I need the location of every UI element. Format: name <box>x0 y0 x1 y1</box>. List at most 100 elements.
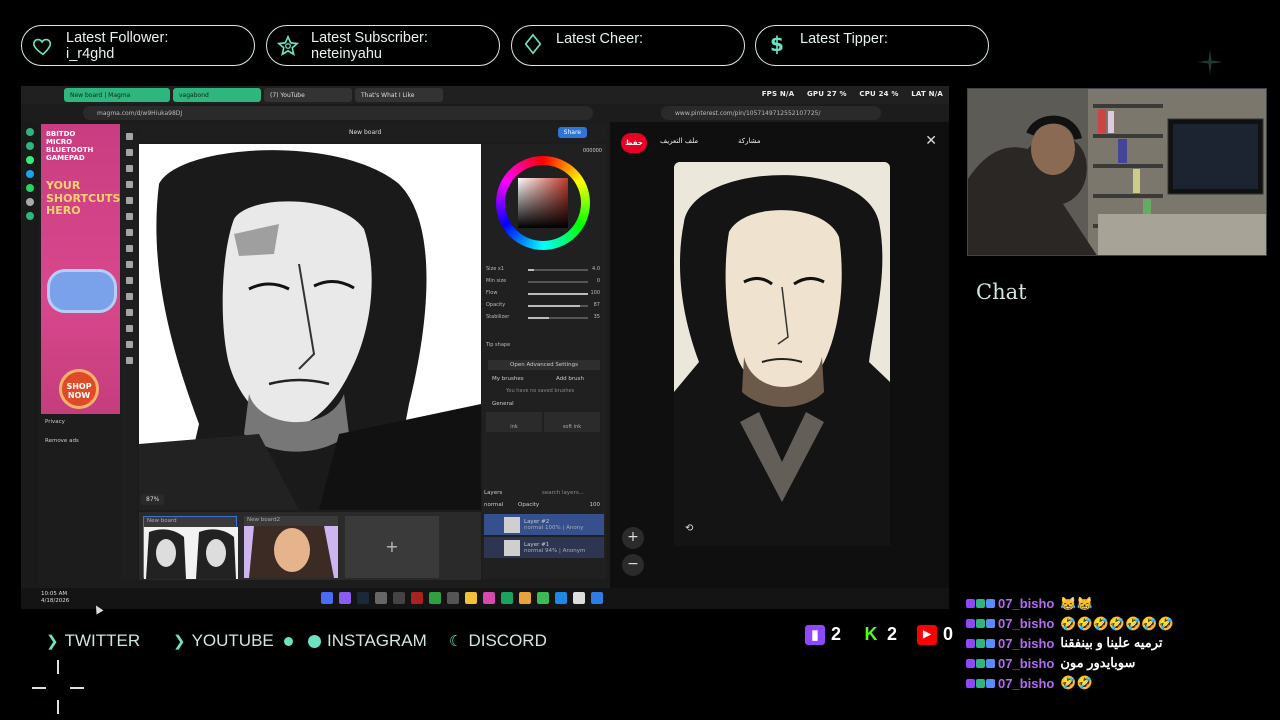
sidebar-app-icon[interactable] <box>26 212 34 220</box>
app-icon[interactable] <box>339 592 351 604</box>
chrome-icon[interactable] <box>519 592 531 604</box>
slider-track[interactable] <box>528 293 588 295</box>
app-icon[interactable] <box>429 592 441 604</box>
chat-username[interactable]: 07_bisho <box>998 636 1054 651</box>
select-tool-icon[interactable] <box>125 149 133 156</box>
tab-youtube[interactable]: (7) YouTube <box>264 88 352 102</box>
pin-profile-button[interactable]: ملف التعريف <box>660 137 698 145</box>
eyedropper-icon[interactable] <box>125 197 133 204</box>
color-wheel[interactable] <box>496 156 590 250</box>
fill-icon[interactable] <box>125 261 133 268</box>
saturation-square[interactable] <box>518 178 568 228</box>
tab-music[interactable]: That's What I Like <box>355 88 443 102</box>
social-youtube[interactable]: ❯ YOUTUBE <box>173 631 299 651</box>
brush-slider[interactable]: Stabilizer 35 <box>486 314 602 322</box>
url-bar-left[interactable]: magma.com/d/w9Hiuka98DJ <box>83 106 593 120</box>
drawing-canvas[interactable] <box>139 144 481 510</box>
app-icon[interactable] <box>393 592 405 604</box>
pin-share-button[interactable]: مشاركة <box>738 137 761 145</box>
sidebar-app-icon[interactable] <box>26 170 34 178</box>
folder-icon[interactable] <box>465 592 477 604</box>
windows-icon[interactable] <box>591 592 603 604</box>
add-brush-button[interactable]: Add brush <box>556 376 584 382</box>
remove-ads-link[interactable]: Remove ads <box>45 437 79 446</box>
zoom-out-button[interactable]: − <box>622 554 644 576</box>
app-icon[interactable] <box>555 592 567 604</box>
crop-tool-icon[interactable] <box>125 181 133 188</box>
sidebar-app-icon[interactable] <box>26 156 34 164</box>
layer-search[interactable]: search layers... <box>542 490 584 496</box>
social-twitter[interactable]: ❯ TWITTER <box>46 631 140 651</box>
advanced-settings-button[interactable]: Open Advanced Settings <box>488 360 600 370</box>
pin-save-button[interactable]: حفظ <box>621 133 647 153</box>
share-button[interactable]: Share <box>557 127 587 138</box>
my-brushes-label[interactable]: My brushes <box>492 376 524 382</box>
chat-username[interactable]: 07_bisho <box>998 676 1054 691</box>
chat-username[interactable]: 07_bisho <box>998 656 1054 671</box>
app-icon[interactable] <box>573 592 585 604</box>
app-icon[interactable] <box>537 592 549 604</box>
youtube-label: YOUTUBE <box>191 631 274 650</box>
zoom-in-button[interactable]: + <box>622 527 644 549</box>
shop-now-button[interactable]: SHOP NOW <box>59 369 99 409</box>
app-icon[interactable] <box>411 592 423 604</box>
taskbar-clock[interactable]: 10:05 AM 4/18/2026 <box>41 591 69 605</box>
board-thumb-1[interactable]: New board <box>143 516 238 579</box>
brush-slider[interactable]: Min size 0 <box>486 278 602 286</box>
blend-mode-select[interactable]: normal <box>484 502 503 508</box>
gamepad-ad[interactable]: 8BITDO MICRO BLUETOOTH GAMEPAD YOUR SHOR… <box>41 124 120 414</box>
app-icon[interactable] <box>375 592 387 604</box>
brush-slider[interactable]: Size x1 4.0 <box>486 266 602 274</box>
slider-track[interactable] <box>528 269 588 271</box>
app-icon[interactable] <box>447 592 459 604</box>
sidebar-app-icon[interactable] <box>26 198 34 206</box>
hand-icon[interactable] <box>125 309 133 316</box>
url-bar-right[interactable]: www.pinterest.com/pin/105714971255210772… <box>661 106 881 120</box>
youtube-count: 0 <box>943 624 954 644</box>
app-icon[interactable] <box>483 592 495 604</box>
more-icon[interactable] <box>125 357 133 364</box>
tab-vagabond[interactable]: vagabond <box>173 88 261 102</box>
chat-username[interactable]: 07_bisho <box>998 616 1054 631</box>
taskbar-apps <box>321 592 603 604</box>
social-instagram[interactable]: INSTAGRAM <box>308 631 427 651</box>
sidebar-app-icon[interactable] <box>26 142 34 150</box>
slider-track[interactable] <box>528 305 588 307</box>
shape-icon[interactable] <box>125 293 133 300</box>
chat-username[interactable]: 07_bisho <box>998 596 1054 611</box>
pencil-icon[interactable] <box>125 213 133 220</box>
tab-magma[interactable]: New board | Magma <box>64 88 170 102</box>
eraser-icon[interactable] <box>125 229 133 236</box>
brush-slider[interactable]: Flow 100 <box>486 290 602 298</box>
close-icon[interactable]: ✕ <box>925 133 937 149</box>
sidebar-app-icon[interactable] <box>26 128 34 136</box>
app-icon[interactable] <box>501 592 513 604</box>
visual-search-icon[interactable]: ⟲ <box>685 523 699 537</box>
steam-icon[interactable] <box>357 592 369 604</box>
add-board-button[interactable]: + <box>345 516 439 578</box>
slider-track[interactable] <box>528 317 588 319</box>
brush-preview-ink[interactable]: ink <box>486 412 542 432</box>
zoom-icon[interactable] <box>125 325 133 332</box>
chat-icon[interactable] <box>125 341 133 348</box>
brush-preview-soft-ink[interactable]: soft ink <box>544 412 600 432</box>
app-icon[interactable] <box>321 592 333 604</box>
brush-slider[interactable]: Opacity 87 <box>486 302 602 310</box>
chat-list: 07_bisho 😹😹 07_bisho 🤣🤣🤣🤣🤣🤣🤣 07_bisho ترميه ع… <box>966 594 1266 693</box>
hex-value[interactable]: 000000 <box>583 148 602 154</box>
brush-tool-icon[interactable] <box>125 133 133 140</box>
board-thumb-2[interactable]: New board2 <box>244 516 338 578</box>
zoom-indicator[interactable]: 87% <box>141 494 165 505</box>
layer-item[interactable]: Layer #2 normal 100% | Anony <box>484 514 604 535</box>
general-label[interactable]: General <box>492 401 514 407</box>
lasso-tool-icon[interactable] <box>125 165 133 172</box>
social-discord[interactable]: ☾ DISCORD <box>449 631 547 651</box>
badge-icon <box>976 638 985 648</box>
slider-track[interactable] <box>528 281 588 283</box>
text-icon[interactable] <box>125 277 133 284</box>
smudge-icon[interactable] <box>125 245 133 252</box>
layer-item[interactable]: Layer #1 normal 94% | Anonym <box>484 537 604 558</box>
sidebar-app-icon[interactable] <box>26 184 34 192</box>
opacity-value[interactable]: 100 <box>590 502 601 508</box>
pin-artwork[interactable] <box>674 162 890 546</box>
